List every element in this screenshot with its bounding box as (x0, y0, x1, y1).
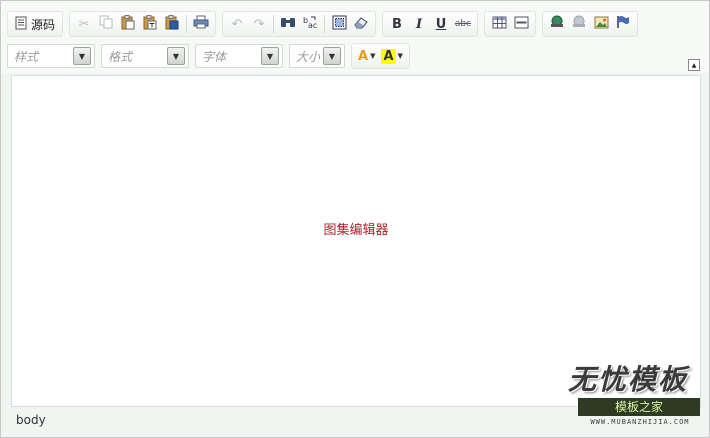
strikethrough-label: abc (454, 19, 472, 29)
toolbar-group-basic-styles: B I U abc (382, 11, 479, 37)
toolbar-group-insert (484, 11, 537, 37)
table-icon (492, 16, 507, 33)
globe-link-icon (549, 15, 565, 33)
underline-button[interactable]: U (430, 13, 452, 35)
undo-icon: ↶ (231, 16, 243, 32)
replace-icon: b ac (302, 15, 318, 33)
text-color-label: A (358, 48, 369, 64)
chevron-down-icon[interactable]: ▼ (73, 47, 91, 65)
unlink-button[interactable] (568, 13, 590, 35)
style-combo-placeholder: 样式 (14, 49, 39, 64)
chevron-down-icon[interactable]: ▼ (323, 47, 341, 65)
binoculars-icon (280, 15, 296, 33)
anchor-button[interactable] (612, 13, 634, 35)
watermark-title: 无忧模板 (568, 363, 689, 396)
toolbar-row-1: 源码 ✂ ↶ ↷ b ac B I U abc (7, 9, 644, 39)
size-combo-placeholder: 大小 (296, 49, 321, 64)
horizontal-rule-button[interactable] (510, 13, 532, 35)
source-button-label: 源码 (31, 17, 56, 32)
table-button[interactable] (488, 13, 510, 35)
strikethrough-button[interactable]: abc (452, 13, 474, 35)
image-icon (594, 16, 609, 33)
font-combo-placeholder: 字体 (202, 49, 227, 64)
redo-button[interactable]: ↷ (248, 13, 270, 35)
text-color-button[interactable]: A ▼ (355, 45, 378, 67)
text-color-swatch-icon: ▼ (370, 52, 376, 60)
italic-label: I (415, 16, 423, 32)
element-path[interactable]: body (16, 413, 46, 427)
select-all-button[interactable] (328, 13, 350, 35)
bg-color-dropdown-icon: ▼ (397, 52, 403, 60)
svg-text:ac: ac (308, 21, 317, 29)
unlink-icon (571, 15, 587, 33)
print-button[interactable] (190, 13, 212, 35)
horizontal-rule-icon (514, 16, 529, 33)
copy-button[interactable] (95, 13, 117, 35)
source-button[interactable]: 源码 (11, 13, 59, 35)
underline-label: U (435, 16, 447, 32)
toolbar-group-colors: A ▼ A ▼ (351, 43, 410, 69)
chevron-down-icon[interactable]: ▼ (167, 47, 185, 65)
watermark-url: WWW.MUBANZHIJIA.COM (590, 418, 690, 426)
style-combo[interactable]: 样式 ▼ (7, 44, 95, 68)
select-all-icon (332, 15, 347, 34)
toolbar-group-document: 源码 (7, 11, 64, 37)
bold-button[interactable]: B (386, 13, 408, 35)
format-combo-placeholder: 格式 (108, 49, 133, 64)
flag-icon (616, 15, 630, 33)
redo-icon: ↷ (253, 16, 265, 32)
replace-button[interactable]: b ac (299, 13, 321, 35)
cut-button[interactable]: ✂ (73, 13, 95, 35)
eraser-icon (353, 15, 369, 33)
triangle-up-icon: ▲ (691, 61, 697, 69)
collapse-toolbar-button[interactable]: ▲ (688, 59, 700, 71)
toolbar-group-links (542, 11, 639, 37)
bg-color-button[interactable]: A ▼ (378, 45, 405, 67)
toolbar-separator (324, 15, 326, 33)
chevron-down-icon[interactable]: ▼ (261, 47, 279, 65)
paste-word-icon (165, 14, 179, 34)
italic-button[interactable]: I (408, 13, 430, 35)
toolbar-group-undo: ↶ ↷ b ac (222, 11, 377, 37)
remove-format-button[interactable] (350, 13, 372, 35)
editor-content-text: 图集编辑器 (323, 223, 389, 238)
undo-button[interactable]: ↶ (226, 13, 248, 35)
toolbar-row-2: 样式 ▼ 格式 ▼ 字体 ▼ 大小 ▼ A ▼ A ▼ (7, 41, 416, 71)
format-combo[interactable]: 格式 ▼ (101, 44, 189, 68)
scissors-icon: ✂ (78, 16, 90, 32)
watermark: 无忧模板 模板之家 WWW.MUBANZHIJIA.COM (560, 356, 706, 436)
paste-word-button[interactable] (161, 13, 183, 35)
image-button[interactable] (590, 13, 612, 35)
toolbar-separator (186, 15, 188, 33)
paste-text-button[interactable] (139, 13, 161, 35)
document-icon (15, 16, 27, 33)
link-button[interactable] (546, 13, 568, 35)
find-button[interactable] (277, 13, 299, 35)
toolbar-separator (273, 15, 275, 33)
bg-color-label: A (381, 48, 396, 64)
size-combo[interactable]: 大小 ▼ (289, 44, 345, 68)
bold-label: B (392, 16, 402, 32)
copy-icon (99, 15, 113, 33)
watermark-subtitle: 模板之家 (578, 398, 700, 416)
toolbar-group-clipboard: ✂ (69, 11, 217, 37)
toolbar: 源码 ✂ ↶ ↷ b ac B I U abc 样式 ▼ 格式 ▼ 字体 ▼ 大… (1, 1, 709, 73)
paste-button[interactable] (117, 13, 139, 35)
printer-icon (193, 15, 209, 33)
font-combo[interactable]: 字体 ▼ (195, 44, 283, 68)
paste-text-icon (143, 14, 157, 34)
paste-icon (121, 14, 135, 34)
